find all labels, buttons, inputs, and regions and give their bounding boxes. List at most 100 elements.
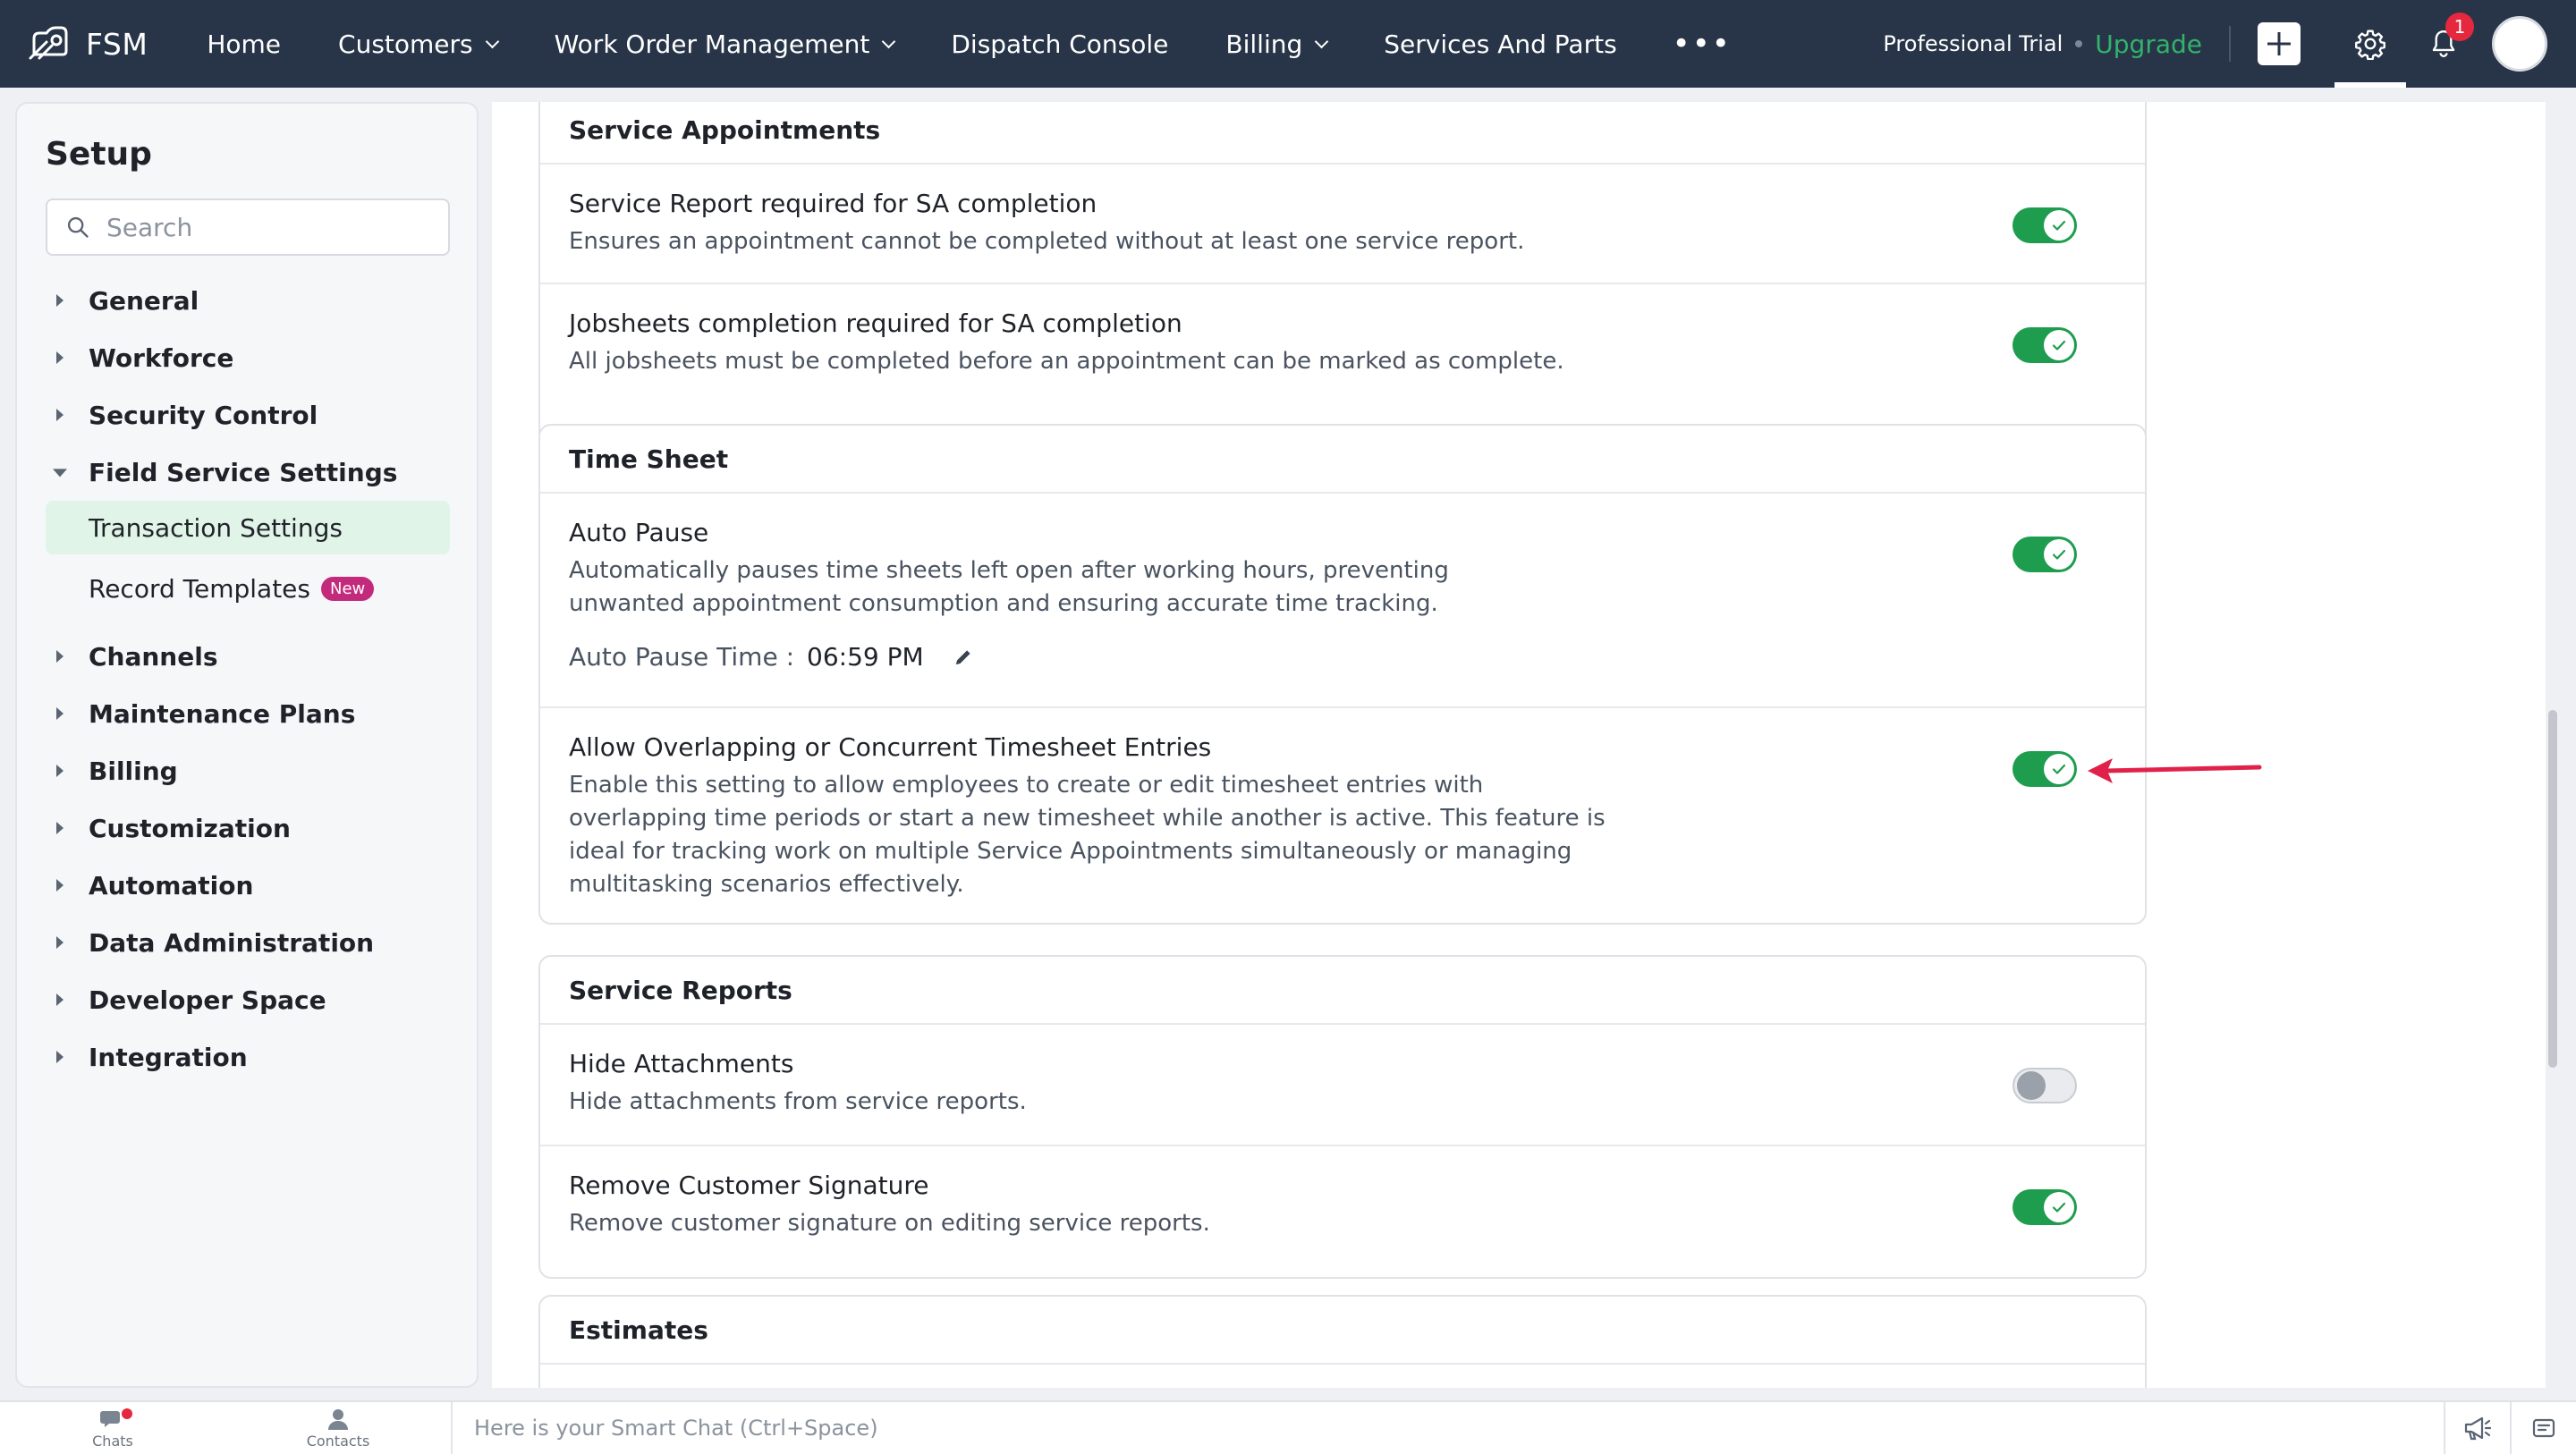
setting-description: Hide attachments from service reports.: [569, 1088, 1027, 1115]
section-title: Time Sheet: [540, 426, 2145, 494]
toggle-service-report-required[interactable]: [2012, 207, 2077, 243]
toggle-auto-pause[interactable]: [2012, 537, 2077, 572]
smart-chat-input[interactable]: Here is your Smart Chat (Ctrl+Space): [453, 1401, 2444, 1454]
sidebar-item-label: Record Templates: [89, 573, 310, 604]
brand-name: FSM: [86, 26, 148, 62]
feedback-icon: [2532, 1418, 2555, 1438]
nav-dispatch-label: Dispatch Console: [951, 29, 1169, 59]
nav-home-label: Home: [207, 29, 282, 59]
content-scrollbar[interactable]: [2546, 102, 2560, 1388]
trial-label: Professional Trial: [1883, 31, 2063, 56]
edit-pencil-icon[interactable]: [951, 645, 976, 670]
contacts-button[interactable]: Contacts: [225, 1401, 451, 1454]
nav-work-order-management[interactable]: Work Order Management: [526, 0, 923, 88]
caret-right-icon: [56, 650, 64, 663]
feedback-button[interactable]: [2510, 1401, 2576, 1454]
sidebar-item-label: Maintenance Plans: [89, 698, 356, 729]
settings-content: Service Appointments Service Report requ…: [492, 102, 2546, 1388]
brand[interactable]: FSM: [27, 0, 148, 88]
sidebar-item-label: General: [89, 285, 199, 316]
sidebar-item-billing[interactable]: Billing: [17, 742, 480, 799]
check-icon: [2044, 210, 2074, 241]
sidebar-item-general[interactable]: General: [17, 272, 480, 329]
notifications-button[interactable]: 1: [2408, 0, 2479, 88]
nav-services-label: Services And Parts: [1384, 29, 1617, 59]
setting-title: Allow Overlapping or Concurrent Timeshee…: [569, 732, 1212, 762]
caret-right-icon: [56, 351, 64, 364]
check-icon: [2044, 1192, 2074, 1222]
unread-dot: [122, 1408, 132, 1419]
caret-right-icon: [56, 936, 64, 949]
nav-services-and-parts[interactable]: Services And Parts: [1355, 0, 1645, 88]
auto-pause-time: Auto Pause Time : 06:59 PM: [569, 642, 2116, 672]
sidebar-item-label: Automation: [89, 870, 254, 900]
sidebar-item-label: Developer Space: [89, 985, 326, 1015]
upgrade-link[interactable]: Upgrade: [2095, 30, 2202, 59]
chevron-down-icon: [882, 34, 896, 48]
quick-create-button[interactable]: [2258, 22, 2301, 65]
setup-sidebar: Setup General Workforce Security Control…: [15, 102, 479, 1388]
annotation-arrow-icon: [2088, 758, 2262, 783]
sidebar-subitem-record-templates[interactable]: Record Templates New: [46, 562, 450, 615]
search-input[interactable]: [106, 212, 446, 242]
nav-customers[interactable]: Customers: [309, 0, 526, 88]
nav-home[interactable]: Home: [178, 0, 309, 88]
check-icon: [2044, 330, 2074, 360]
setting-row: Allow Overlapping or Concurrent Timeshee…: [540, 708, 2145, 923]
setting-description: Ensures an appointment cannot be complet…: [569, 228, 1525, 255]
notification-badge: 1: [2445, 13, 2474, 41]
sidebar-item-label: Channels: [89, 641, 218, 672]
sidebar-item-channels[interactable]: Channels: [17, 628, 480, 685]
section-title: Estimates: [540, 1297, 2145, 1365]
sidebar-item-customization[interactable]: Customization: [17, 799, 480, 857]
caret-down-icon: [53, 469, 67, 478]
separator-dot: [2075, 40, 2083, 47]
nav-work-order-label: Work Order Management: [554, 29, 870, 59]
caret-right-icon: [56, 1051, 64, 1063]
scroll-thumb[interactable]: [2548, 710, 2557, 1068]
sidebar-item-label: Data Administration: [89, 927, 375, 958]
toggle-jobsheets-required[interactable]: [2012, 327, 2077, 363]
settings-button[interactable]: [2334, 0, 2406, 88]
caret-right-icon: [56, 707, 64, 720]
avatar[interactable]: [2492, 16, 2547, 72]
sidebar-item-workforce[interactable]: Workforce: [17, 329, 480, 386]
section-time-sheet: Time Sheet Auto Pause Automatically paus…: [538, 424, 2147, 925]
chevron-down-icon: [1314, 34, 1329, 48]
toggle-remove-customer-signature[interactable]: [2012, 1189, 2077, 1225]
sidebar-item-developer-space[interactable]: Developer Space: [17, 971, 480, 1028]
sidebar-item-maintenance-plans[interactable]: Maintenance Plans: [17, 685, 480, 742]
fsm-logo-icon: [29, 26, 68, 60]
sidebar-subitem-transaction-settings[interactable]: Transaction Settings: [46, 501, 450, 554]
search-icon: [67, 216, 89, 238]
top-navigation: FSM Home Customers Work Order Management…: [0, 0, 2576, 88]
nav-billing[interactable]: Billing: [1197, 0, 1355, 88]
sidebar-item-field-service-settings[interactable]: Field Service Settings: [17, 444, 480, 501]
sidebar-item-label: Integration: [89, 1042, 248, 1072]
caret-right-icon: [56, 822, 64, 834]
chats-button[interactable]: Chats: [0, 1401, 225, 1454]
bottom-bar-actions: [2444, 1401, 2576, 1454]
contacts-label: Contacts: [306, 1432, 370, 1450]
setting-description: Remove customer signature on editing ser…: [569, 1210, 1210, 1237]
sidebar-item-label: Workforce: [89, 342, 234, 373]
toggle-allow-overlapping-timesheets[interactable]: [2012, 751, 2077, 787]
sidebar-item-integration[interactable]: Integration: [17, 1028, 480, 1086]
nav-dispatch-console[interactable]: Dispatch Console: [922, 0, 1197, 88]
more-menu-icon[interactable]: •••: [1646, 0, 1758, 88]
sidebar-item-data-administration[interactable]: Data Administration: [17, 914, 480, 971]
sidebar-item-security-control[interactable]: Security Control: [17, 386, 480, 444]
toggle-hide-attachments[interactable]: [2012, 1068, 2077, 1103]
setting-row: Remove Customer Signature Remove custome…: [540, 1146, 2145, 1268]
chats-label: Chats: [92, 1432, 133, 1450]
setting-row: Jobsheets completion required for SA com…: [540, 284, 2145, 404]
announcements-button[interactable]: [2444, 1401, 2510, 1454]
caret-right-icon: [56, 765, 64, 777]
main-nav: Home Customers Work Order Management Dis…: [178, 0, 1758, 88]
setting-row: Hide Attachments Hide attachments from s…: [540, 1025, 2145, 1146]
caret-right-icon: [56, 294, 64, 307]
sidebar-search[interactable]: [46, 199, 450, 256]
sidebar-item-automation[interactable]: Automation: [17, 857, 480, 914]
setting-row: Auto Pause Automatically pauses time she…: [540, 494, 2145, 708]
sidebar-item-label: Transaction Settings: [89, 512, 343, 543]
